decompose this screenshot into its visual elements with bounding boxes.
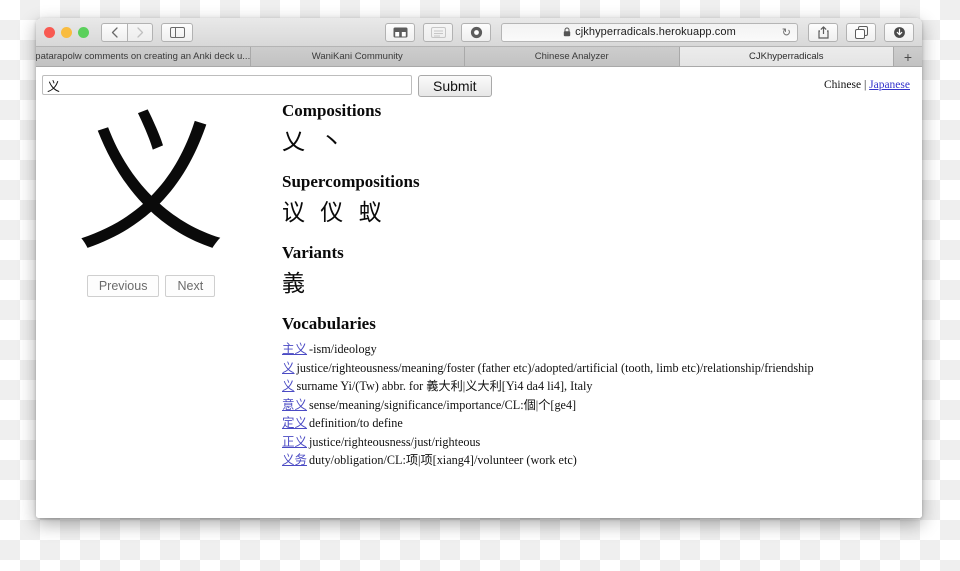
pagination-controls: Previous Next — [36, 274, 266, 297]
vocabulary-definition: -ism/ideology — [309, 342, 377, 357]
list-item: 义 justice/righteousness/meaning/foster (f… — [282, 359, 912, 378]
tabs-icon[interactable] — [846, 22, 876, 42]
maximize-window-button[interactable] — [78, 26, 89, 38]
search-input[interactable] — [42, 75, 412, 95]
language-separator: | — [863, 79, 867, 91]
vocabulary-word-link[interactable]: 意义 — [282, 397, 307, 412]
browser-window: cjkhyperradicals.herokuapp.com ↻ patarap… — [36, 18, 922, 518]
details-panel: Compositions 乂 丶 Supercompositions 议 仪 蚁… — [282, 101, 912, 470]
vocabulary-word-link[interactable]: 定义 — [282, 415, 307, 430]
vocabulary-definition: sense/meaning/significance/importance/CL… — [309, 397, 577, 412]
minimize-window-button[interactable] — [61, 26, 72, 38]
next-button[interactable]: Next — [165, 274, 216, 297]
list-item: 义 surname Yi/(Tw) abbr. for 義大利|义大利[Yi4 d… — [282, 377, 912, 396]
vocabulary-definition: justice/righteousness/just/righteous — [309, 434, 481, 449]
character-panel: 义 Previous Next — [36, 98, 266, 297]
variants-characters[interactable]: 義 — [282, 269, 912, 300]
forward-icon[interactable] — [127, 22, 153, 42]
url-text: cjkhyperradicals.herokuapp.com — [575, 26, 736, 38]
compositions-title: Compositions — [282, 101, 382, 120]
vocabulary-definition: duty/obligation/CL:项|项[xiang4]/volunteer… — [309, 453, 577, 468]
search-row: Submit — [36, 67, 922, 97]
tab-bar: patarapolw comments on creating an Anki … — [36, 47, 922, 67]
tab-1[interactable]: WaniKani Community — [250, 47, 465, 66]
tab-2[interactable]: Chinese Analyzer — [465, 47, 680, 66]
window-controls — [44, 26, 89, 38]
vocabulary-definition: justice/righteousness/meaning/foster (fa… — [296, 360, 814, 375]
list-item: 正义 justice/righteousness/just/righteous — [282, 433, 912, 452]
vocabulary-word-link[interactable]: 义 — [282, 378, 295, 393]
previous-button[interactable]: Previous — [86, 274, 160, 297]
supercompositions-title: Supercompositions — [282, 172, 420, 192]
list-item: 定义 definition/to define — [282, 414, 912, 433]
bookmarks-icon[interactable] — [385, 22, 415, 42]
address-bar[interactable]: cjkhyperradicals.herokuapp.com ↻ — [501, 22, 798, 42]
vocabulary-definition: surname Yi/(Tw) abbr. for 義大利|义大利[Yi4 da… — [296, 379, 593, 394]
new-tab-button[interactable]: + — [894, 47, 922, 66]
language-switcher: Chinese | Japanese — [824, 79, 910, 91]
content-bottom-edge — [36, 514, 922, 518]
main-character: 义 — [75, 98, 226, 272]
lock-icon — [563, 27, 571, 37]
language-japanese-link[interactable]: Japanese — [869, 79, 910, 91]
navigation-buttons — [101, 22, 153, 42]
reader-icon[interactable] — [423, 22, 453, 42]
vocabularies-title: Vocabularies — [282, 314, 376, 334]
language-current: Chinese — [824, 79, 862, 91]
list-item: 意义 sense/meaning/significance/importance/… — [282, 396, 912, 415]
airdrop-icon[interactable] — [461, 22, 491, 42]
vocabulary-word-link[interactable]: 义 — [282, 360, 295, 375]
variants-title: Variants — [282, 243, 344, 263]
back-icon[interactable] — [101, 22, 127, 42]
close-window-button[interactable] — [44, 26, 55, 38]
vocabulary-word-link[interactable]: 义务 — [282, 452, 307, 467]
sidebar-toggle-icon[interactable] — [161, 22, 193, 42]
browser-toolbar: cjkhyperradicals.herokuapp.com ↻ — [36, 18, 922, 47]
tab-0[interactable]: patarapolw comments on creating an Anki … — [36, 47, 251, 66]
downloads-icon[interactable] — [884, 22, 914, 42]
supercompositions-characters[interactable]: 议 仪 蚁 — [282, 198, 912, 229]
compositions-characters[interactable]: 乂 丶 — [282, 127, 912, 158]
tab-3[interactable]: CJKhyperradicals — [679, 47, 894, 66]
vocabulary-word-link[interactable]: 主义 — [282, 341, 307, 356]
page-content: Submit Chinese | Japanese 义 Previous Nex… — [36, 67, 922, 518]
vocabulary-list: 主义 -ism/ideology 义 justice/righteousness/m… — [282, 340, 912, 470]
vocabulary-definition: definition/to define — [309, 416, 403, 431]
submit-button[interactable]: Submit — [418, 75, 492, 97]
list-item: 义务 duty/obligation/CL:项|项[xiang4]/volunte… — [282, 451, 912, 470]
share-icon[interactable] — [808, 22, 838, 42]
vocabulary-word-link[interactable]: 正义 — [282, 434, 307, 449]
list-item: 主义 -ism/ideology — [282, 340, 912, 359]
reload-icon[interactable]: ↻ — [782, 26, 791, 39]
